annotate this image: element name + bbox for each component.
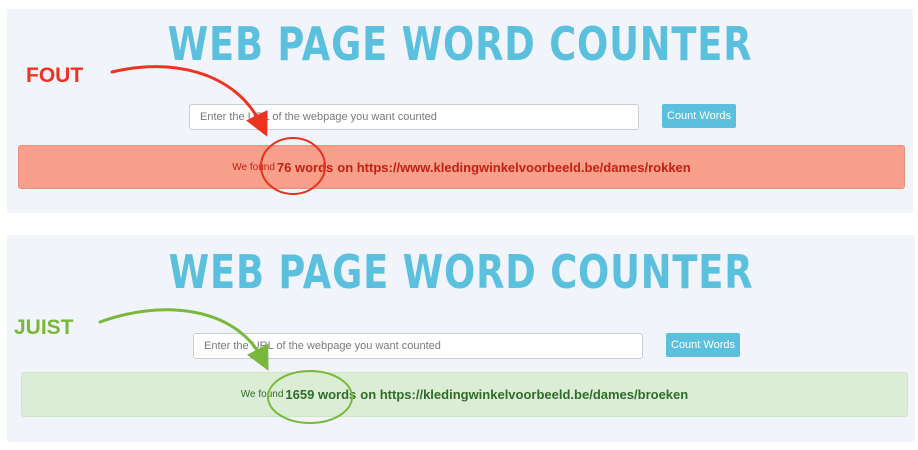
annotation-circle-wrong — [260, 137, 326, 195]
annotation-circle-right — [267, 370, 353, 424]
annotation-arrow-wrong — [110, 65, 268, 137]
annotation-overlay — [98, 65, 353, 424]
screenshot-canvas: WEB PAGE WORD COUNTER Count Words We fou… — [0, 0, 918, 450]
annotation-arrow-right — [98, 308, 269, 371]
